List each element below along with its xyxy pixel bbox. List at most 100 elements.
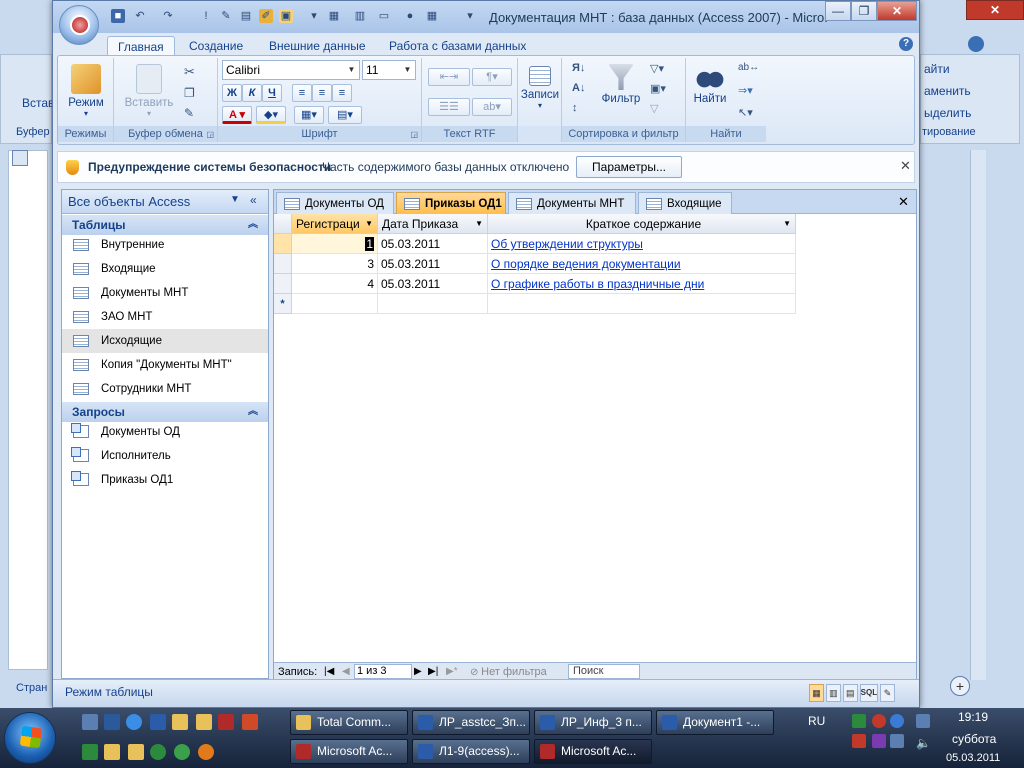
new-cell-summary[interactable] (488, 294, 796, 314)
quicklaunch-folder4-icon[interactable] (128, 744, 144, 760)
select-all-corner[interactable] (274, 214, 292, 234)
column-header-summary[interactable]: Краткое содержание ▼ (488, 214, 796, 234)
task-access-2[interactable]: Microsoft Ac... (534, 739, 652, 764)
tab-create[interactable]: Создание (179, 36, 253, 56)
quicklaunch-app-icon[interactable] (242, 714, 258, 730)
font-launcher-icon[interactable]: ◲ (410, 130, 418, 139)
format-painter-icon[interactable]: ✎ (184, 106, 194, 120)
cell-date[interactable]: 05.03.2011 (378, 254, 488, 274)
cell-registration[interactable]: 4 (292, 274, 378, 294)
close-tab-icon[interactable]: ✕ (898, 194, 909, 210)
cut-icon[interactable]: ✂ (184, 64, 195, 80)
tray-red-icon[interactable] (852, 734, 866, 748)
tray-3d-icon[interactable] (872, 734, 886, 748)
select-icon[interactable]: ↖▾ (738, 106, 753, 119)
quicklaunch-folder2-icon[interactable] (196, 714, 212, 730)
new-record-icon[interactable]: ▶* (446, 664, 458, 680)
pivot-table-icon[interactable]: ▥ (825, 684, 841, 702)
align-center-icon[interactable]: ≡ (312, 84, 332, 102)
paste-button[interactable]: Вставить ▾ (120, 62, 178, 118)
cell-registration[interactable]: 3 (292, 254, 378, 274)
font-name-dropdown-icon[interactable]: ▼ (345, 62, 358, 78)
doc-tab-documents-mnt[interactable]: Документы МНТ (508, 192, 636, 214)
pivot-chart-icon[interactable]: ▤ (842, 684, 858, 702)
decrease-indent-icon[interactable]: ⇤⇥ (428, 68, 470, 86)
nav-query-item[interactable]: Документы ОД (62, 420, 268, 444)
nav-header[interactable]: Все объекты Access ▼ « (62, 190, 268, 214)
nav-collapse-icon[interactable]: « (250, 193, 257, 207)
find-button[interactable]: Найти (688, 62, 732, 105)
nav-table-item[interactable]: ЗАО МНТ (62, 305, 268, 329)
nav-table-item[interactable]: Копия "Документы МНТ" (62, 353, 268, 377)
quicklaunch-folder-icon[interactable] (172, 714, 188, 730)
underline-button[interactable]: Ч (262, 84, 282, 102)
minimize-button[interactable]: — (825, 1, 851, 21)
preview-icon[interactable]: ▭ (377, 9, 391, 23)
nav-query-item[interactable]: Исполнитель (62, 444, 268, 468)
close-button[interactable]: ✕ (877, 1, 917, 21)
nav-table-item[interactable]: Сотрудники МНТ (62, 377, 268, 401)
tab-home[interactable]: Главная (107, 36, 175, 56)
quicklaunch-folder3-icon[interactable] (104, 744, 120, 760)
sort-icon[interactable]: ! (199, 9, 213, 23)
copy-icon[interactable]: ❐ (184, 86, 195, 100)
nav-table-item[interactable]: Входящие (62, 257, 268, 281)
records-button[interactable]: Записи ▾ (520, 62, 560, 110)
goto-icon[interactable]: ⇒▾ (738, 84, 753, 97)
nav-table-item[interactable]: Внутренние (62, 233, 268, 257)
record-position-field[interactable]: 1 из 3 (354, 664, 412, 679)
sql-view-button[interactable]: SQL (859, 684, 879, 702)
doc-tab-documents-od[interactable]: Документы ОД (276, 192, 394, 214)
task-access-1[interactable]: Microsoft Ac... (290, 739, 408, 764)
filter-button[interactable]: Фильтр (596, 62, 646, 105)
align-right-icon[interactable]: ≡ (332, 84, 352, 102)
save-icon[interactable]: ■ (111, 9, 125, 23)
view-mode-button[interactable]: Режим ▾ (62, 62, 110, 118)
italic-button[interactable]: К (242, 84, 262, 102)
selection-filter-icon[interactable]: ▽▾ (650, 62, 664, 75)
tray-app-icon[interactable] (890, 734, 904, 748)
alt-fill-icon[interactable]: ▤▾ (328, 106, 362, 124)
last-record-icon[interactable]: ▶| (428, 664, 438, 680)
quicklaunch-firefox-icon[interactable] (198, 744, 214, 760)
font-color-button[interactable]: A ▾ (222, 106, 252, 124)
cell-registration[interactable]: 1 (292, 234, 378, 254)
spelling-icon[interactable]: ✎ (219, 9, 233, 23)
bullets-icon[interactable]: ☰☰ (428, 98, 470, 116)
quicklaunch-desktop-icon[interactable] (82, 714, 98, 730)
paragraph-direction-icon[interactable]: ¶▾ (472, 68, 512, 86)
highlight-icon[interactable]: ab▾ (472, 98, 512, 116)
quicklaunch-excel-icon[interactable] (82, 744, 98, 760)
next-record-icon[interactable]: ▶ (414, 664, 422, 680)
bold-button[interactable]: Ж (222, 84, 242, 102)
font-size-combo[interactable]: 11 ▼ (362, 60, 416, 80)
qat-dropdown-icon[interactable]: ▾ (463, 9, 477, 23)
table-icon[interactable]: ▦ (425, 9, 439, 23)
clear-sort-icon[interactable]: ↕ (572, 102, 578, 114)
column-dropdown-icon[interactable]: ▼ (365, 214, 373, 234)
new-cell-registration[interactable] (292, 294, 378, 314)
cell-summary-link[interactable]: О графике работы в праздничные дни (488, 274, 796, 294)
cell-date[interactable]: 05.03.2011 (378, 274, 488, 294)
filter-small-icon[interactable]: ▾ (307, 9, 321, 23)
nav-query-item[interactable]: Приказы ОД1 (62, 468, 268, 492)
record-selector[interactable] (274, 234, 292, 254)
record-selector[interactable] (274, 254, 292, 274)
close-security-icon[interactable]: ✕ (900, 158, 911, 174)
help-icon[interactable]: ? (899, 37, 913, 51)
first-record-icon[interactable]: |◀ (324, 664, 334, 680)
task-word-doc1[interactable]: ЛР_asstcc_Зп... (412, 710, 530, 735)
column-dropdown-icon[interactable]: ▼ (783, 214, 791, 234)
gridlines-icon[interactable]: ▦▾ (294, 106, 324, 124)
clock-time[interactable]: 19:19 (958, 710, 988, 724)
font-size-dropdown-icon[interactable]: ▼ (401, 62, 414, 78)
redo-icon[interactable]: ↷ (161, 9, 175, 23)
print-icon[interactable]: ▦ (327, 9, 341, 23)
tab-external-data[interactable]: Внешние данные (259, 36, 376, 56)
binoculars-icon[interactable]: ● (403, 9, 417, 23)
folder-icon[interactable]: ▣ (279, 9, 293, 23)
maximize-button[interactable]: ❐ (851, 1, 877, 21)
font-name-combo[interactable]: Calibri ▼ (222, 60, 360, 80)
sort-descending-icon[interactable]: А↓ (572, 82, 585, 94)
undo-icon[interactable]: ↶ (133, 9, 147, 23)
